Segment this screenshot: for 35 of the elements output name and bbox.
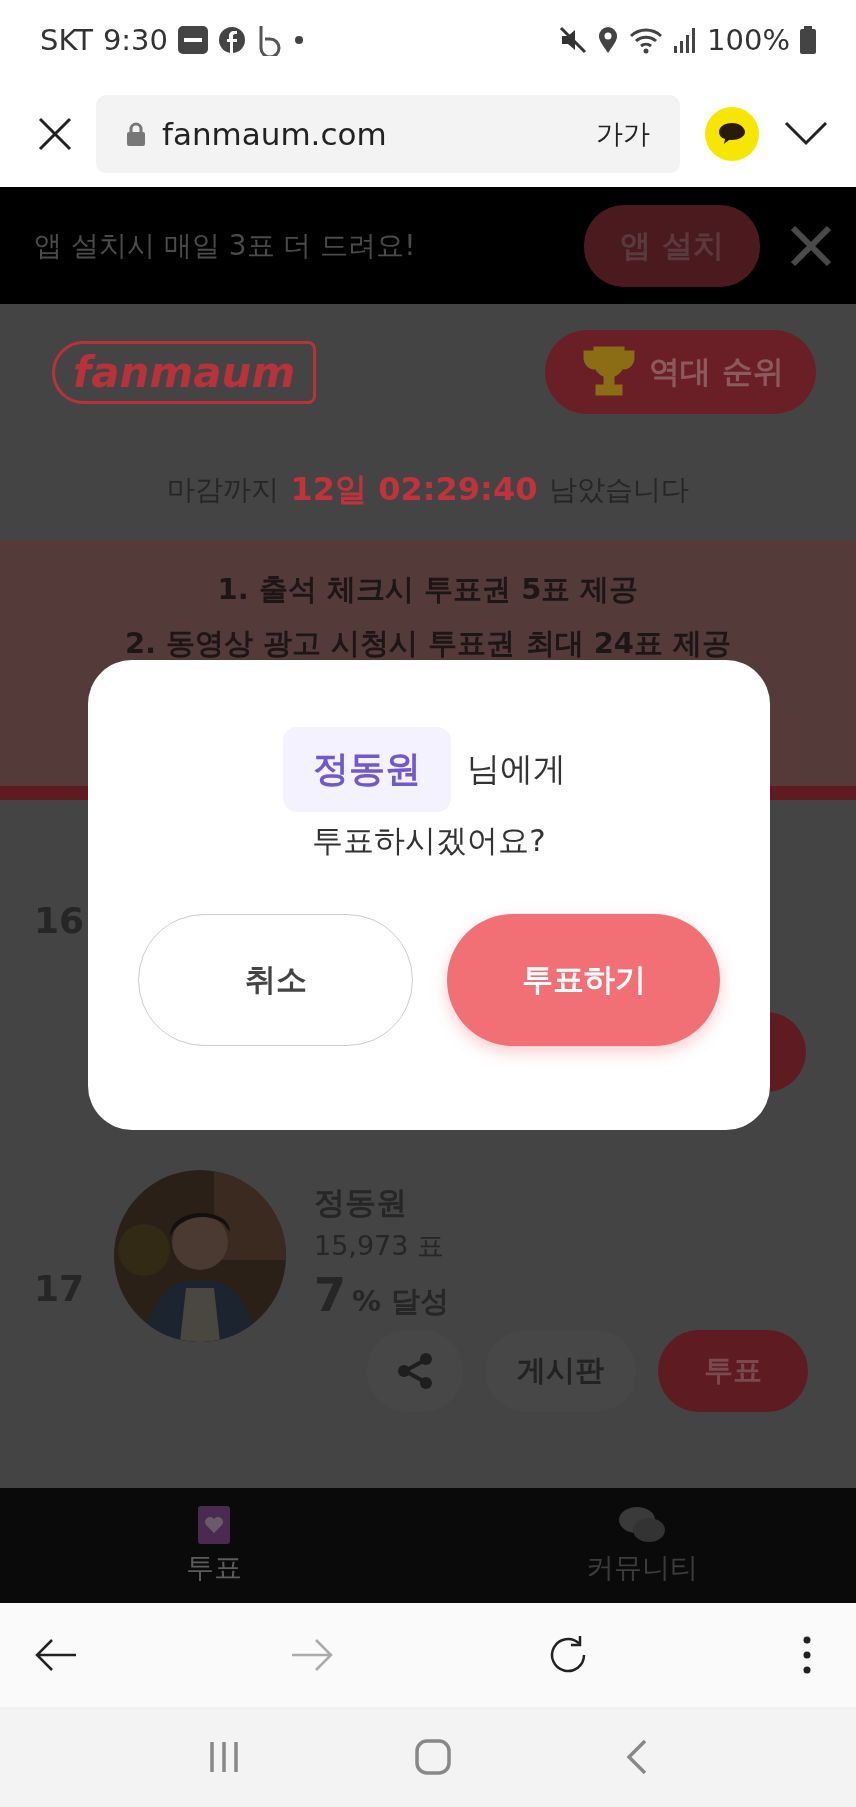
more-icon[interactable]: [802, 1635, 812, 1675]
dialog-question: 투표하시겠어요?: [312, 821, 546, 860]
back-icon[interactable]: [34, 1637, 78, 1673]
vote-confirm-button[interactable]: 투표하기: [447, 914, 720, 1046]
lock-icon: [126, 121, 146, 146]
nav-tab[interactable]: 투표: [0, 1488, 428, 1603]
facebook-icon: [218, 26, 246, 54]
heart-card-icon: [197, 1504, 231, 1545]
app-notification-icon: [178, 26, 208, 54]
battery-percent: 100%: [707, 23, 790, 57]
battery-icon: [800, 26, 816, 54]
address-bar[interactable]: fanmaum.com 가가: [96, 94, 680, 173]
install-promo-text: 앱 설치시 매일 3표 더 드려요!: [34, 227, 417, 264]
clock: 9:30: [102, 23, 168, 57]
dialog-text: 님에게: [466, 748, 566, 790]
text-size-button[interactable]: 가가: [596, 115, 650, 152]
url-text: fanmaum.com: [162, 115, 388, 152]
carrier: SKT: [40, 23, 93, 57]
share-icon: [395, 1351, 435, 1391]
cancel-button[interactable]: 취소: [138, 914, 413, 1046]
location-icon: [597, 26, 620, 54]
logo[interactable]: fanmaum: [52, 340, 317, 404]
recent-apps-icon[interactable]: [207, 1741, 240, 1773]
artist-name-chip: 정동원: [282, 727, 451, 812]
mute-icon: [559, 26, 588, 54]
all-time-ranking-button[interactable]: 역대 순위: [545, 330, 816, 414]
chat-bubble-icon[interactable]: [704, 105, 760, 162]
wifi-icon: [629, 26, 664, 54]
chat-bubbles-icon: [617, 1504, 667, 1545]
home-icon[interactable]: [415, 1739, 451, 1775]
chevron-down-icon[interactable]: [784, 120, 828, 147]
dot-icon: [294, 35, 304, 45]
close-icon[interactable]: [38, 116, 72, 151]
countdown-time: 12일 02:29:40: [290, 469, 538, 510]
signal-icon: [673, 26, 698, 54]
